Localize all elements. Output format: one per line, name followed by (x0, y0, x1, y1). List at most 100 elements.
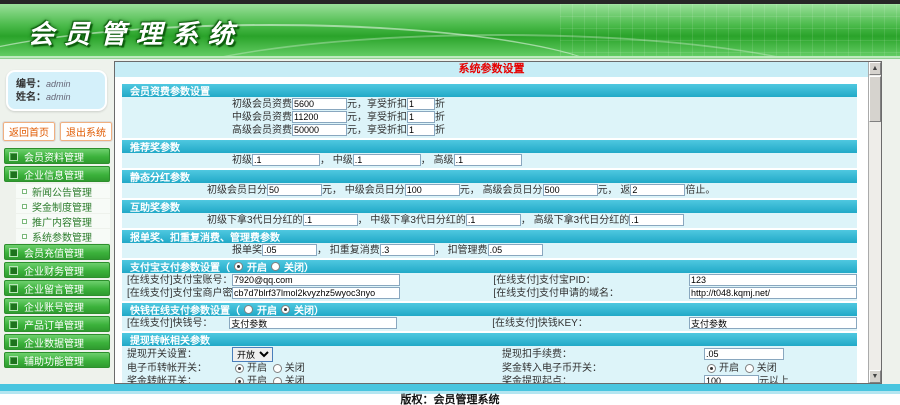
separator-text: 元， (459, 185, 480, 196)
sidebar-subitem-news[interactable]: 新闻公告管理 (16, 184, 110, 199)
field-label: 中级会员资费 (232, 112, 292, 123)
sidebar-item-recharge[interactable]: 会员充值管理 (4, 244, 110, 260)
kuaiqian-on-radio[interactable] (244, 305, 253, 314)
daily-dividend-input[interactable] (404, 184, 460, 197)
field-label: [在线支付]快钱KEY： (492, 318, 588, 329)
management-fee-input[interactable] (487, 244, 543, 257)
field-label: 扣重复消费 (329, 245, 380, 256)
report-award-input[interactable] (262, 244, 317, 257)
scroll-up-icon[interactable]: ▲ (869, 62, 881, 75)
mutual-input[interactable] (465, 214, 521, 227)
app-title: 会员管理系统 (28, 19, 245, 49)
vertical-scrollbar[interactable]: ▲ ▼ (868, 62, 881, 383)
separator-text: 元， (322, 185, 342, 196)
sidebar-item-data-mgmt[interactable]: 企业数据管理 (4, 334, 110, 350)
alipay-pid-input[interactable] (689, 274, 857, 287)
section-body-withdraw: 提现开关设置： 开放 提现扣手续费： 电子币转帐开关： 开启 关闭 (122, 346, 857, 384)
sidebar-item-accounts[interactable]: 企业账号管理 (4, 298, 110, 314)
radio-label: 开启 (719, 363, 739, 374)
section-header-withdraw: 提现转帐相关参数 (122, 333, 857, 347)
field-label: 电子币转帐开关： (127, 363, 207, 374)
field-label: [在线支付]支付宝商户密钥： (127, 288, 253, 299)
section-body-alipay: [在线支付]支付宝账号： [在线支付]支付宝PID： [在线支付]支付宝商户密钥… (122, 273, 857, 301)
radio-label: 开启 (247, 263, 267, 274)
fee-row: 初级会员资费 元，享受折扣 折 (122, 98, 857, 111)
alipay-merchant-key-input[interactable] (232, 287, 400, 300)
fee-discount-input[interactable] (407, 98, 435, 111)
section-title: 支付宝支付参数设置 (130, 263, 220, 274)
fee-discount-input[interactable] (407, 124, 435, 137)
mutual-row: 初级下拿3代日分红的， 中级下拿3代日分红的， 高级下拿3代日分红的 (122, 214, 857, 227)
field-label: 高级 (433, 155, 454, 166)
kuaiqian-off-radio[interactable] (281, 305, 290, 314)
scroll-down-icon[interactable]: ▼ (869, 370, 881, 383)
ecoin-transfer-on-radio[interactable] (235, 363, 244, 373)
daily-dividend-input[interactable] (267, 184, 322, 197)
fee-amount-input[interactable] (292, 111, 347, 124)
section-header-kuaiqian: 快钱在线支付参数设置 （ 开启 关闭 ） (122, 303, 857, 317)
sidebar-item-label: 企业财务管理 (24, 266, 84, 278)
kuaiqian-key-input[interactable] (689, 317, 857, 330)
fee-amount-input[interactable] (292, 98, 347, 111)
page-body: 编号：admin 姓名：admin 返回首页 退出系统 会员资料管理 企业信息管… (0, 59, 900, 384)
repeat-consume-input[interactable] (379, 244, 435, 257)
alipay-row: [在线支付]支付宝商户密钥： [在线支付]支付申请的域名： (122, 287, 857, 300)
user-info-box: 编号：admin 姓名：admin (6, 70, 107, 111)
sidebar-item-messages[interactable]: 企业留言管理 (4, 280, 110, 296)
scrollbar-thumb[interactable] (869, 76, 881, 122)
field-label: 元，享受折扣 (347, 99, 407, 110)
withdraw-switch-select[interactable]: 开放 (232, 347, 273, 362)
recommend-input[interactable] (352, 154, 421, 167)
sidebar-subitem-bonus-rules[interactable]: 奖金制度管理 (16, 199, 110, 214)
sidebar-item-aux-functions[interactable]: 辅助功能管理 (4, 352, 110, 368)
sidebar-item-member-data[interactable]: 会员资料管理 (4, 148, 110, 164)
alipay-account-input[interactable] (232, 274, 400, 287)
sidebar-item-enterprise-info[interactable]: 企业信息管理 (4, 166, 110, 182)
mutual-input[interactable] (629, 214, 685, 227)
recommend-input[interactable] (453, 154, 522, 167)
paren-text: （ (220, 263, 230, 274)
home-button[interactable]: 返回首页 (2, 121, 56, 142)
mutual-input[interactable] (302, 214, 358, 227)
field-label: 奖金转入电子币开关： (502, 363, 602, 374)
bonus-transfer-off-radio[interactable] (272, 376, 282, 383)
sidebar-subitem-system-params[interactable]: 系统参数管理 (16, 229, 110, 244)
field-label: 元，享受折扣 (347, 112, 407, 123)
alipay-domain-input[interactable] (689, 287, 857, 300)
withdraw-threshold-input[interactable] (704, 375, 759, 383)
bonus-to-ecoin-off-radio[interactable] (744, 363, 754, 373)
alipay-off-radio[interactable] (271, 262, 280, 271)
bonus-to-ecoin-on-radio[interactable] (707, 363, 716, 373)
radio-label: 开启 (247, 376, 267, 384)
field-label: 中级会员日分 (344, 185, 405, 196)
sidebar-item-label: 辅助功能管理 (24, 356, 84, 368)
menu-square-icon (9, 301, 18, 311)
app-banner: 会员管理系统 (0, 4, 900, 56)
sidebar-item-finance[interactable]: 企业财务管理 (4, 262, 110, 278)
field-label: [在线支付]快钱号： (127, 318, 213, 329)
withdraw-fee-input[interactable] (704, 348, 784, 361)
field-label: 扣管理费 (447, 245, 488, 256)
multiple-cap-input[interactable] (630, 184, 686, 197)
withdraw-row: 提现开关设置： 开放 提现扣手续费： (122, 347, 857, 362)
user-name-value: admin (46, 92, 71, 102)
logout-button[interactable]: 退出系统 (59, 121, 113, 142)
sidebar-item-label: 企业信息管理 (24, 170, 84, 182)
section-body-fee: 初级会员资费元，享受折扣折 中级会员资费元，享受折扣折 高级会员资费元，享受折扣… (122, 97, 857, 138)
recommend-input[interactable] (252, 154, 320, 167)
bullet-icon (22, 188, 27, 194)
separator-text: ， (420, 155, 431, 166)
bonus-transfer-on-radio[interactable] (235, 376, 244, 383)
field-label: [在线支付]支付宝账号： (127, 275, 233, 286)
sidebar-subitem-promo-content[interactable]: 推广内容管理 (16, 214, 110, 229)
field-label: 奖金提现起点： (502, 376, 572, 384)
sidebar: 编号：admin 姓名：admin 返回首页 退出系统 会员资料管理 企业信息管… (0, 59, 113, 384)
fee-amount-input[interactable] (292, 124, 347, 137)
fee-discount-input[interactable] (407, 111, 435, 124)
alipay-on-radio[interactable] (234, 262, 243, 271)
kuaiqian-account-input[interactable] (229, 317, 398, 330)
section-header-alipay: 支付宝支付参数设置 （ 开启 关闭 ） (122, 260, 857, 274)
ecoin-transfer-off-radio[interactable] (272, 363, 282, 373)
daily-dividend-input[interactable] (542, 184, 598, 197)
sidebar-item-orders[interactable]: 产品订单管理 (4, 316, 110, 332)
